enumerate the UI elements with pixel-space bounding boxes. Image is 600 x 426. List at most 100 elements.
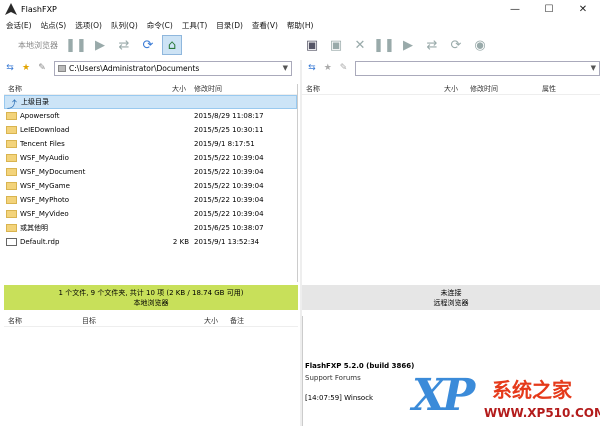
queue-col-name[interactable]: 名称 <box>8 316 22 326</box>
maximize-button[interactable]: ☐ <box>532 0 566 18</box>
list-item[interactable]: LeIEDownload 2015/5/25 10:30:11 <box>4 123 297 137</box>
col-size[interactable]: 大小 <box>172 84 186 94</box>
menu-sites[interactable]: 站点(S) <box>41 20 67 31</box>
refresh-icon[interactable]: ⟳ <box>138 35 158 55</box>
menu-help[interactable]: 帮助(H) <box>287 20 314 31</box>
log-support-link[interactable]: Support Forums <box>305 374 361 382</box>
drive-icon <box>58 64 66 72</box>
folder-icon <box>6 210 17 218</box>
menu-commands[interactable]: 命令(C) <box>147 20 173 31</box>
file-name: WSF_MyPhoto <box>20 196 70 204</box>
file-date: 2015/9/1 8:17:51 <box>194 140 255 148</box>
file-name: 或其他明 <box>20 224 48 232</box>
list-item[interactable]: 或其他明 2015/6/25 10:38:07 <box>4 221 297 235</box>
folder-icon <box>6 224 17 232</box>
menu-bar: 会话(E) 站点(S) 选项(O) 队列(Q) 命令(C) 工具(T) 目录(D… <box>0 18 600 32</box>
remote-refresh-icon[interactable]: ⟳ <box>446 35 466 55</box>
queue-col-size[interactable]: 大小 <box>204 316 218 326</box>
list-item[interactable]: WSF_MyDocument 2015/5/22 10:39:04 <box>4 165 297 179</box>
folder-icon <box>6 182 17 190</box>
file-name: WSF_MyVideo <box>20 210 69 218</box>
local-path-text: C:\Users\Administrator\Documents <box>69 63 200 73</box>
remote-play-icon[interactable]: ▶ <box>398 35 418 55</box>
list-item[interactable]: WSF_MyAudio 2015/5/22 10:39:04 <box>4 151 297 165</box>
pause-icon[interactable]: ❚❚ <box>65 35 87 55</box>
col-modified[interactable]: 修改时间 <box>194 84 222 94</box>
file-date: 2015/9/1 13:52:34 <box>194 238 260 246</box>
chevron-down-icon[interactable]: ▼ <box>283 64 288 72</box>
menu-queue[interactable]: 队列(Q) <box>111 20 138 31</box>
play-icon[interactable]: ▶ <box>90 35 110 55</box>
favorite-star-icon[interactable]: ★ <box>20 62 32 74</box>
list-item[interactable]: Default.rdp 2 KB 2015/9/1 13:52:34 <box>4 235 297 249</box>
menu-tools[interactable]: 工具(T) <box>182 20 207 31</box>
local-status-summary: 1 个文件, 9 个文件夹, 共计 10 项 (2 KB / 18.74 GB … <box>58 288 244 297</box>
menu-directory[interactable]: 目录(D) <box>216 20 243 31</box>
remote-path-input[interactable]: ▼ <box>355 60 600 76</box>
list-item-parent[interactable]: ⤴ 上级目录 <box>4 95 297 111</box>
remote-star-icon[interactable]: ★ <box>322 62 334 74</box>
file-date: 2015/5/22 10:39:04 <box>194 210 264 218</box>
home-icon[interactable]: ⌂ <box>162 35 182 55</box>
col-name[interactable]: 名称 <box>8 84 22 94</box>
remote-col-name[interactable]: 名称 <box>306 84 320 94</box>
remote-file-list: 名称 大小 修改时间 属性 <box>302 84 600 282</box>
sync-icon[interactable]: ⇆ <box>4 62 16 74</box>
queue-col-target[interactable]: 目标 <box>82 316 96 326</box>
bookmark-icon[interactable]: ✎ <box>36 62 48 74</box>
log-version: FlashFXP 5.2.0 (build 3866) <box>305 362 415 370</box>
remote-toolbar: ▣ ▣ ✕ ❚❚ ▶ ⇄ ⟳ ◉ <box>302 32 600 58</box>
remote-status-summary: 未连接 <box>440 288 462 297</box>
folder-icon <box>6 140 17 148</box>
remote-pause-icon[interactable]: ❚❚ <box>373 35 395 55</box>
folder-icon <box>6 154 17 162</box>
watermark-logo: XP 系统之家 WWW.XP510.COM <box>412 368 600 426</box>
connect-icon[interactable]: ▣ <box>302 35 322 55</box>
remote-col-modified[interactable]: 修改时间 <box>470 84 498 94</box>
menu-options[interactable]: 选项(O) <box>75 20 102 31</box>
close-button[interactable]: ✕ <box>566 0 600 18</box>
local-column-header: 名称 大小 修改时间 <box>4 84 297 95</box>
folder-icon <box>6 126 17 134</box>
file-date: 2015/5/25 10:30:11 <box>194 126 264 134</box>
abort-icon[interactable]: ✕ <box>350 35 370 55</box>
list-item[interactable]: Apowersoft 2015/8/29 11:08:17 <box>4 109 297 123</box>
list-item[interactable]: WSF_MyGame 2015/5/22 10:39:04 <box>4 179 297 193</box>
file-name: Apowersoft <box>20 112 60 120</box>
remote-sync-icon[interactable]: ⇆ <box>306 62 318 74</box>
local-address-row: ⇆ ★ ✎ C:\Users\Administrator\Documents ▼ <box>0 60 300 76</box>
title-bar: FlashFXP — ☐ ✕ <box>0 0 600 18</box>
remote-transfer-icon[interactable]: ⇄ <box>422 35 442 55</box>
file-date: 2015/5/22 10:39:04 <box>194 154 264 162</box>
log-entry: [14:07:59] Winsock <box>305 394 374 402</box>
folder-icon <box>6 168 17 176</box>
remote-bookmark-icon[interactable]: ✎ <box>338 62 350 74</box>
globe-icon[interactable]: ◉ <box>470 35 490 55</box>
local-path-input[interactable]: C:\Users\Administrator\Documents ▼ <box>54 60 292 76</box>
remote-col-attr[interactable]: 属性 <box>542 84 556 94</box>
file-name: Default.rdp <box>20 238 60 246</box>
disconnect-icon[interactable]: ▣ <box>326 35 346 55</box>
queue-col-note[interactable]: 备注 <box>230 316 244 326</box>
remote-col-size[interactable]: 大小 <box>444 84 458 94</box>
list-item[interactable]: WSF_MyPhoto 2015/5/22 10:39:04 <box>4 193 297 207</box>
file-date: 2015/5/22 10:39:04 <box>194 168 264 176</box>
file-date: 2015/5/22 10:39:04 <box>194 196 264 204</box>
file-icon <box>6 238 17 246</box>
file-name: WSF_MyGame <box>20 182 70 190</box>
remote-chevron-down-icon[interactable]: ▼ <box>591 64 596 72</box>
menu-session[interactable]: 会话(E) <box>6 20 32 31</box>
file-name: WSF_MyDocument <box>20 168 86 176</box>
file-size: 2 KB <box>172 238 189 246</box>
file-date: 2015/8/29 11:08:17 <box>194 112 264 120</box>
menu-view[interactable]: 查看(V) <box>252 20 278 31</box>
watermark-url: WWW.XP510.COM <box>484 406 600 420</box>
transfer-icon[interactable]: ⇄ <box>114 35 134 55</box>
local-browser-button[interactable]: 本地浏览器 <box>18 40 58 51</box>
file-name: 上级目录 <box>21 98 49 106</box>
list-item[interactable]: WSF_MyVideo 2015/5/22 10:39:04 <box>4 207 297 221</box>
file-name: WSF_MyAudio <box>20 154 69 162</box>
watermark-brand: 系统之家 <box>492 378 572 402</box>
minimize-button[interactable]: — <box>498 0 532 18</box>
list-item[interactable]: Tencent Files 2015/9/1 8:17:51 <box>4 137 297 151</box>
